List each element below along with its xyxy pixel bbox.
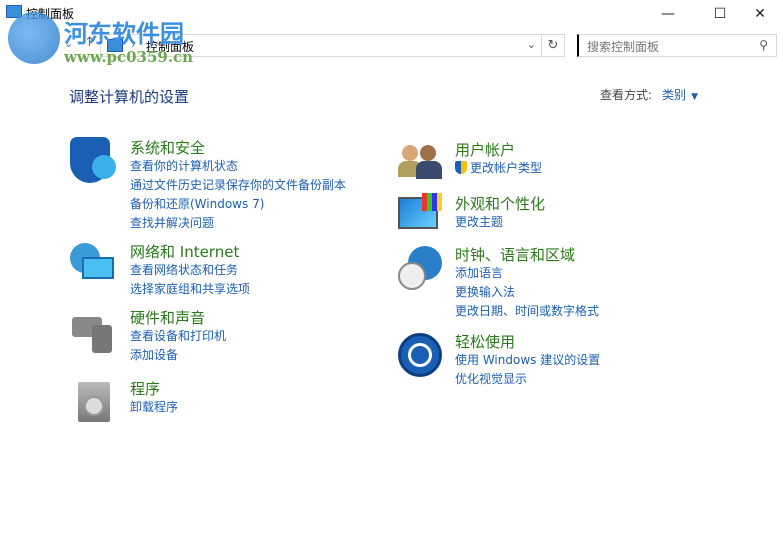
programs-box-icon — [70, 378, 116, 424]
link-change-account-type[interactable]: 更改帐户类型 — [455, 159, 542, 178]
link-homegroup[interactable]: 选择家庭组和共享选项 — [130, 280, 250, 299]
link-view-status[interactable]: 查看你的计算机状态 — [130, 157, 346, 176]
link-date-time-format[interactable]: 更改日期、时间或数字格式 — [455, 302, 599, 321]
view-by-label: 查看方式: — [600, 88, 653, 102]
category-title[interactable]: 外观和个性化 — [455, 193, 545, 213]
link-file-history[interactable]: 通过文件历史记录保存你的文件备份副本 — [130, 176, 346, 195]
category-title[interactable]: 硬件和声音 — [130, 307, 226, 327]
close-button[interactable]: ✕ — [737, 0, 783, 28]
link-add-language[interactable]: 添加语言 — [455, 264, 599, 283]
link-devices-printers[interactable]: 查看设备和打印机 — [130, 327, 226, 346]
uac-shield-icon — [455, 161, 467, 174]
minimize-button[interactable]: — — [645, 0, 691, 28]
dropdown-arrow-icon[interactable]: ▼ — [691, 92, 698, 102]
link-network-status[interactable]: 查看网络状态和任务 — [130, 261, 250, 280]
link-optimize-display[interactable]: 优化视觉显示 — [455, 370, 600, 389]
page-heading: 调整计算机的设置 — [69, 88, 190, 106]
view-by: 查看方式: 类别 ▼ — [600, 86, 698, 103]
category-title[interactable]: 系统和安全 — [130, 137, 346, 157]
chevron-down-icon[interactable]: ⌄ — [527, 38, 536, 51]
link-change-input[interactable]: 更换输入法 — [455, 283, 599, 302]
appearance-monitor-icon — [398, 193, 444, 239]
clock-globe-icon — [398, 244, 444, 290]
network-globe-icon — [70, 241, 116, 287]
category-title[interactable]: 轻松使用 — [455, 331, 600, 351]
link-uninstall[interactable]: 卸载程序 — [130, 398, 178, 417]
link-recommended-settings[interactable]: 使用 Windows 建议的设置 — [455, 351, 600, 370]
users-icon — [398, 139, 444, 185]
category-title[interactable]: 网络和 Internet — [130, 241, 250, 261]
shield-icon — [70, 137, 116, 183]
category-title[interactable]: 用户帐户 — [455, 139, 542, 159]
view-by-select[interactable]: 类别 — [662, 88, 686, 102]
category-title[interactable]: 程序 — [130, 378, 178, 398]
search-icon[interactable]: ⚲ — [759, 38, 768, 52]
category-title[interactable]: 时钟、语言和区域 — [455, 244, 599, 264]
link-add-device[interactable]: 添加设备 — [130, 346, 226, 365]
link-backup-restore[interactable]: 备份和还原(Windows 7) — [130, 195, 346, 214]
search-input[interactable]: 搜索控制面板 ⚲ — [577, 34, 777, 57]
refresh-button[interactable]: ↻ — [542, 34, 565, 57]
link-change-theme[interactable]: 更改主题 — [455, 213, 545, 232]
printer-speaker-icon — [70, 307, 116, 353]
link-troubleshoot[interactable]: 查找并解决问题 — [130, 214, 346, 233]
ease-of-access-icon — [398, 331, 444, 377]
search-placeholder: 搜索控制面板 — [587, 40, 660, 54]
